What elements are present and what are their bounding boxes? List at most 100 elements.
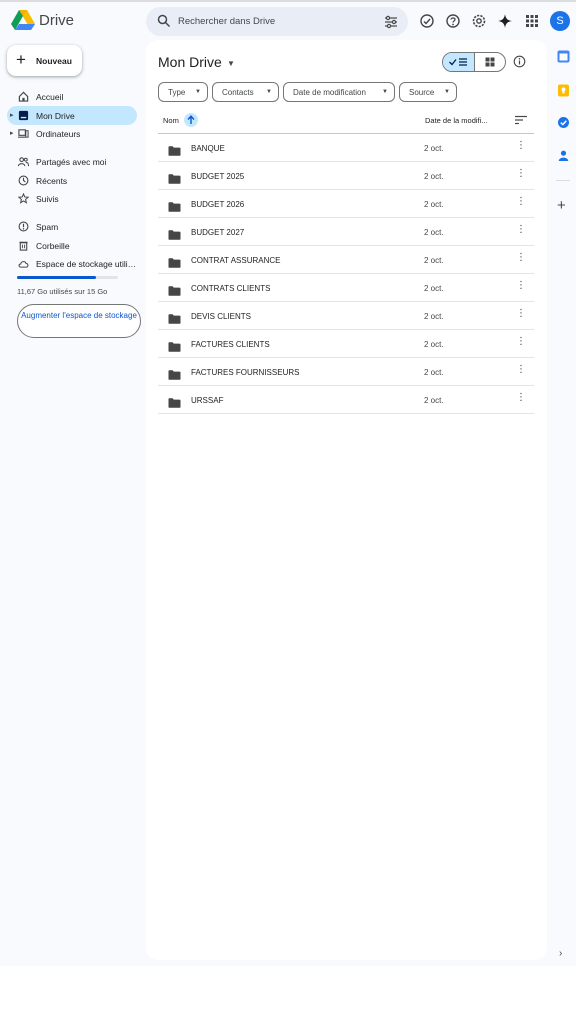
- table-row[interactable]: BUDGET 2025 2 oct. ⋮: [158, 162, 534, 190]
- folder-icon: [168, 339, 181, 352]
- add-addon-icon[interactable]: +: [557, 198, 566, 213]
- file-name[interactable]: BANQUE: [191, 144, 225, 153]
- table-row[interactable]: FACTURES FOURNISSEURS 2 oct. ⋮: [158, 358, 534, 386]
- sidebar-item-starred[interactable]: Suivis: [7, 189, 137, 208]
- more-actions-icon[interactable]: ⋮: [516, 309, 526, 319]
- check-list-icon: [449, 58, 467, 66]
- file-modified-date: 2 oct.: [424, 256, 444, 265]
- table-row[interactable]: BUDGET 2026 2 oct. ⋮: [158, 190, 534, 218]
- folder-icon: [168, 367, 181, 380]
- file-name[interactable]: FACTURES CLIENTS: [191, 340, 270, 349]
- folder-icon: [168, 395, 181, 408]
- sidebar-item-label: Mon Drive: [36, 111, 75, 121]
- table-row[interactable]: CONTRAT ASSURANCE 2 oct. ⋮: [158, 246, 534, 274]
- search-icon[interactable]: [157, 14, 171, 28]
- filter-modified-date-chip[interactable]: Date de modification ▼: [283, 82, 395, 102]
- table-row[interactable]: FACTURES CLIENTS 2 oct. ⋮: [158, 330, 534, 358]
- file-name[interactable]: BUDGET 2025: [191, 172, 244, 181]
- more-actions-icon[interactable]: ⋮: [516, 365, 526, 375]
- file-name[interactable]: URSSAF: [191, 396, 223, 405]
- file-name[interactable]: FACTURES FOURNISSEURS: [191, 368, 299, 377]
- table-row[interactable]: BUDGET 2027 2 oct. ⋮: [158, 218, 534, 246]
- filter-contacts-chip[interactable]: Contacts ▼: [212, 82, 279, 102]
- file-name[interactable]: CONTRAT ASSURANCE: [191, 256, 281, 265]
- folder-icon: [168, 283, 181, 296]
- sidebar-item-home[interactable]: Accueil: [7, 87, 137, 106]
- settings-icon[interactable]: [471, 13, 487, 29]
- file-modified-date: 2 oct.: [424, 172, 444, 181]
- sidebar-item-recent[interactable]: Récents: [7, 171, 137, 190]
- upgrade-storage-button[interactable]: Augmenter l'espace de stockage: [17, 304, 141, 338]
- sidebar-item-label: Corbeille: [36, 241, 70, 251]
- more-actions-icon[interactable]: ⋮: [516, 393, 526, 403]
- sidebar-item-label: Partagés avec moi: [36, 157, 107, 167]
- keep-icon[interactable]: [557, 84, 570, 97]
- help-icon[interactable]: [445, 13, 461, 29]
- search-bar[interactable]: Rechercher dans Drive: [146, 7, 408, 36]
- expand-caret-icon[interactable]: ▸: [10, 129, 14, 137]
- more-actions-icon[interactable]: ⋮: [516, 281, 526, 291]
- file-name[interactable]: BUDGET 2027: [191, 228, 244, 237]
- file-modified-date: 2 oct.: [424, 396, 444, 405]
- more-actions-icon[interactable]: ⋮: [516, 225, 526, 235]
- file-modified-date: 2 oct.: [424, 368, 444, 377]
- file-modified-date: 2 oct.: [424, 144, 444, 153]
- grid-view-button[interactable]: [475, 53, 505, 71]
- account-avatar[interactable]: S: [550, 11, 570, 31]
- storage-progress-fill: [17, 276, 96, 279]
- file-name[interactable]: DEVIS CLIENTS: [191, 312, 251, 321]
- sidebar-item-spam[interactable]: Spam: [7, 217, 137, 236]
- chevron-down-icon: ▼: [444, 89, 450, 95]
- search-input[interactable]: Rechercher dans Drive: [178, 16, 275, 27]
- sort-options-icon[interactable]: [515, 115, 527, 125]
- table-row[interactable]: BANQUE 2 oct. ⋮: [158, 134, 534, 162]
- contacts-icon[interactable]: [557, 149, 570, 162]
- offline-status-icon[interactable]: [419, 13, 435, 29]
- storage-progress-bar: [17, 276, 118, 279]
- folder-icon: [168, 199, 181, 212]
- filter-source-chip[interactable]: Source ▼: [399, 82, 457, 102]
- file-name[interactable]: BUDGET 2026: [191, 200, 244, 209]
- rail-divider: [556, 180, 570, 181]
- more-actions-icon[interactable]: ⋮: [516, 169, 526, 179]
- app-name[interactable]: Drive: [39, 12, 74, 29]
- table-row[interactable]: CONTRATS CLIENTS 2 oct. ⋮: [158, 274, 534, 302]
- new-button[interactable]: + Nouveau: [7, 45, 82, 76]
- tasks-icon[interactable]: [557, 116, 570, 129]
- file-modified-date: 2 oct.: [424, 228, 444, 237]
- file-name[interactable]: CONTRATS CLIENTS: [191, 284, 270, 293]
- table-row[interactable]: DEVIS CLIENTS 2 oct. ⋮: [158, 302, 534, 330]
- filter-chip-label: Source: [409, 88, 435, 97]
- chevron-right-icon[interactable]: ›: [559, 948, 562, 959]
- file-modified-date: 2 oct.: [424, 284, 444, 293]
- calendar-icon[interactable]: [557, 50, 570, 63]
- sidebar-item-my-drive[interactable]: ▸ Mon Drive: [7, 106, 137, 125]
- folder-icon: [168, 143, 181, 156]
- sidebar-item-computers[interactable]: ▸ Ordinateurs: [7, 124, 137, 143]
- more-actions-icon[interactable]: ⋮: [516, 197, 526, 207]
- more-actions-icon[interactable]: ⋮: [516, 141, 526, 151]
- apps-grid-icon[interactable]: [524, 13, 540, 29]
- page-title[interactable]: Mon Drive: [158, 54, 222, 70]
- more-actions-icon[interactable]: ⋮: [516, 253, 526, 263]
- gemini-icon[interactable]: [497, 13, 513, 29]
- title-dropdown-icon[interactable]: ▼: [227, 59, 235, 68]
- sidebar-item-shared[interactable]: Partagés avec moi: [7, 152, 137, 171]
- info-icon[interactable]: [513, 55, 526, 68]
- expand-caret-icon[interactable]: ▸: [10, 111, 14, 119]
- more-actions-icon[interactable]: ⋮: [516, 337, 526, 347]
- view-toggle[interactable]: [442, 52, 506, 72]
- list-view-button[interactable]: [443, 53, 475, 71]
- filter-chip-label: Type: [168, 88, 186, 97]
- table-row[interactable]: URSSAF 2 oct. ⋮: [158, 386, 534, 414]
- sort-ascending-icon[interactable]: [184, 113, 198, 127]
- sidebar-item-label: Suivis: [36, 194, 59, 204]
- chevron-down-icon: ▼: [266, 89, 272, 95]
- search-options-icon[interactable]: [384, 15, 398, 29]
- sidebar-item-storage[interactable]: Espace de stockage utili…: [7, 254, 137, 273]
- cloud-icon: [18, 261, 29, 268]
- file-modified-date: 2 oct.: [424, 312, 444, 321]
- sidebar-item-trash[interactable]: Corbeille: [7, 236, 137, 255]
- filter-type-chip[interactable]: Type ▼: [158, 82, 208, 102]
- drive-logo-icon[interactable]: [11, 10, 35, 30]
